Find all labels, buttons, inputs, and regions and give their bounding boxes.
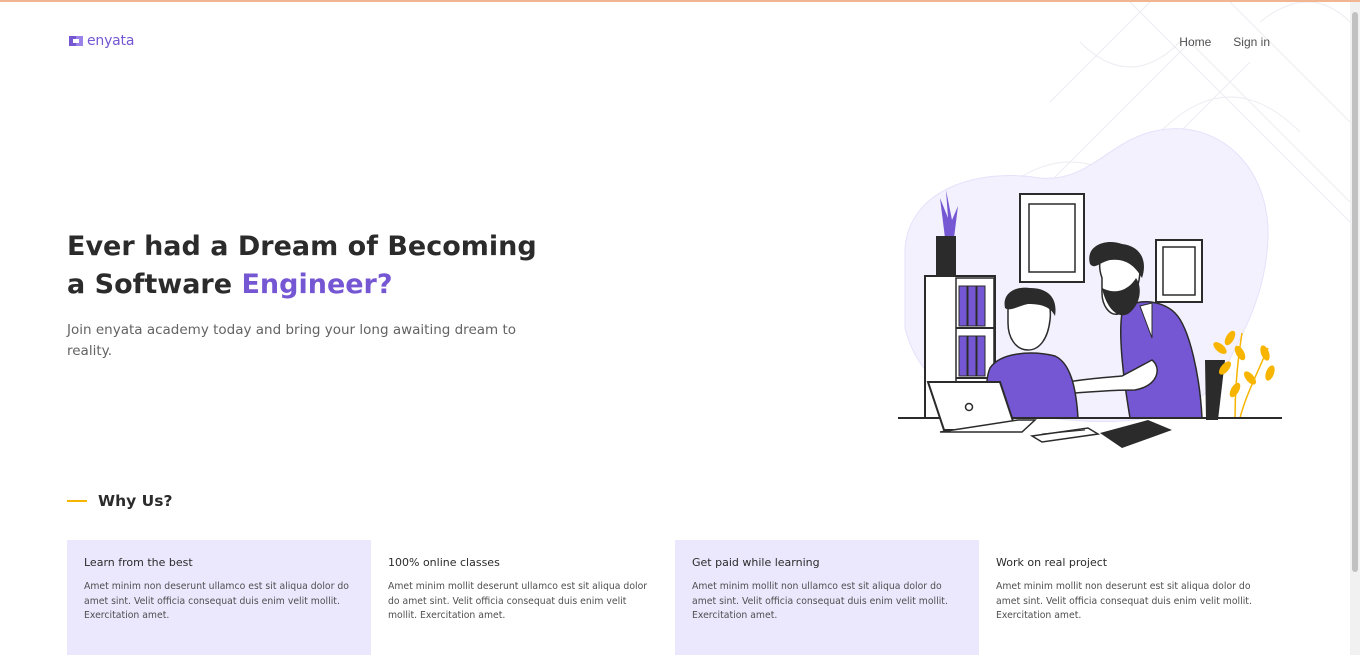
feature-card-body: Amet minim non deserunt ullamco est sit … [84,581,349,621]
brand-logo[interactable]: enyata [67,33,134,49]
heading-accent-dash [67,500,87,502]
page-scrollbar[interactable] [1350,2,1360,655]
enyata-logo-icon [69,36,83,46]
feature-card-body: Amet minim mollit deserunt ullamco est s… [388,581,648,621]
nav-signin-link[interactable]: Sign in [1233,35,1270,49]
nav-home-link[interactable]: Home [1179,35,1211,49]
scrollbar-thumb[interactable] [1352,12,1358,572]
hero-subtitle: Join enyata academy today and bring your… [67,322,517,359]
feature-card-body: Amet minim mollit non deserunt est sit a… [996,581,1252,621]
hero-title: Ever had a Dream of Becoming a Software … [67,228,587,304]
brand-name: enyata [87,33,135,49]
feature-card: Learn from the best Amet minim non deser… [67,540,371,655]
feature-card: 100% online classes Amet minim mollit de… [371,540,675,655]
feature-card-title: Learn from the best [84,556,193,569]
hero-title-line2: a Software Engineer? [67,266,587,304]
feature-card: Work on real project Amet minim mollit n… [979,540,1283,655]
why-us-title: Why Us? [98,492,173,510]
top-nav: Home Sign in [1179,35,1270,49]
feature-card: Get paid while learning Amet minim molli… [675,540,979,655]
feature-card-title: Get paid while learning [692,556,820,569]
hero-title-line1: Ever had a Dream of Becoming [67,231,537,262]
feature-card-title: Work on real project [996,556,1108,569]
hero-title-accent: Engineer? [241,269,393,300]
hero-title-prefix: a Software [67,269,242,300]
feature-card-body: Amet minim mollit non ullamco est sit al… [692,581,948,621]
feature-card-title: 100% online classes [388,556,500,569]
why-us-heading: Why Us? [67,492,172,510]
features-cards: Learn from the best Amet minim non deser… [67,540,1283,655]
teacher-student-laptop-illustration [898,128,1282,451]
